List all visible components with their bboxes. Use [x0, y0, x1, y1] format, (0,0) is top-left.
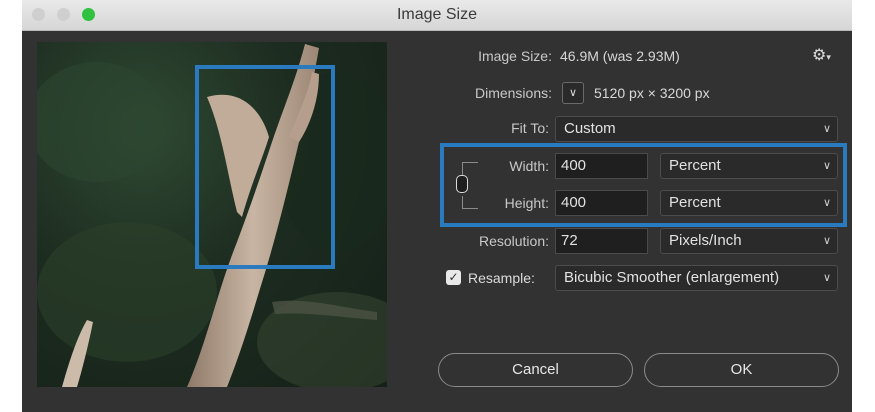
height-unit-value: Percent: [669, 194, 721, 211]
chevron-down-icon: ∨: [822, 123, 831, 135]
width-label: Width:: [509, 158, 549, 174]
height-unit-select[interactable]: Percent ∨: [660, 190, 838, 216]
resample-method-select[interactable]: Bicubic Smoother (enlargement) ∨: [555, 265, 838, 291]
resolution-unit-select[interactable]: Pixels/Inch ∨: [660, 228, 838, 254]
resample-label: Resample:: [468, 270, 535, 286]
dimensions-label: Dimensions:: [474, 85, 552, 101]
width-unit-select[interactable]: Percent ∨: [660, 153, 838, 179]
dimensions-dropdown-button[interactable]: ∨: [562, 82, 584, 104]
resolution-unit-value: Pixels/Inch: [669, 232, 742, 249]
chevron-down-icon: ∨: [568, 87, 578, 99]
zoom-region-highlight: [195, 65, 335, 269]
height-input[interactable]: 400: [555, 190, 648, 216]
resample-method-value: Bicubic Smoother (enlargement): [564, 269, 780, 286]
fit-to-select[interactable]: Custom ∨: [555, 116, 838, 142]
title-bar: Image Size: [22, 0, 852, 31]
image-size-value: 46.9M (was 2.93M): [560, 48, 680, 64]
resolution-input[interactable]: 72: [555, 228, 648, 254]
cancel-button[interactable]: Cancel: [438, 353, 633, 387]
fit-to-label: Fit To:: [511, 120, 549, 136]
chevron-down-icon: ∨: [822, 272, 831, 284]
dimensions-value: 5120 px × 3200 px: [594, 85, 710, 101]
image-size-label: Image Size:: [478, 48, 552, 64]
gear-icon[interactable]: ⚙▾: [812, 45, 831, 65]
resample-checkbox[interactable]: ✓: [446, 270, 461, 285]
fit-to-value: Custom: [564, 120, 616, 137]
resolution-label: Resolution:: [478, 233, 549, 249]
window-title: Image Size: [396, 6, 478, 23]
checkmark-icon: ✓: [448, 270, 459, 284]
ok-button[interactable]: OK: [644, 353, 839, 387]
image-size-dialog: Image Size Image Size: 46.9M (was 2.93M)…: [22, 0, 852, 412]
chevron-down-icon: ∨: [822, 197, 831, 209]
chevron-down-icon: ∨: [822, 160, 831, 172]
width-unit-value: Percent: [669, 157, 721, 174]
image-preview[interactable]: [37, 42, 387, 387]
width-input[interactable]: 400: [555, 153, 648, 179]
height-label: Height:: [504, 195, 549, 211]
chevron-down-icon: ∨: [822, 235, 831, 247]
